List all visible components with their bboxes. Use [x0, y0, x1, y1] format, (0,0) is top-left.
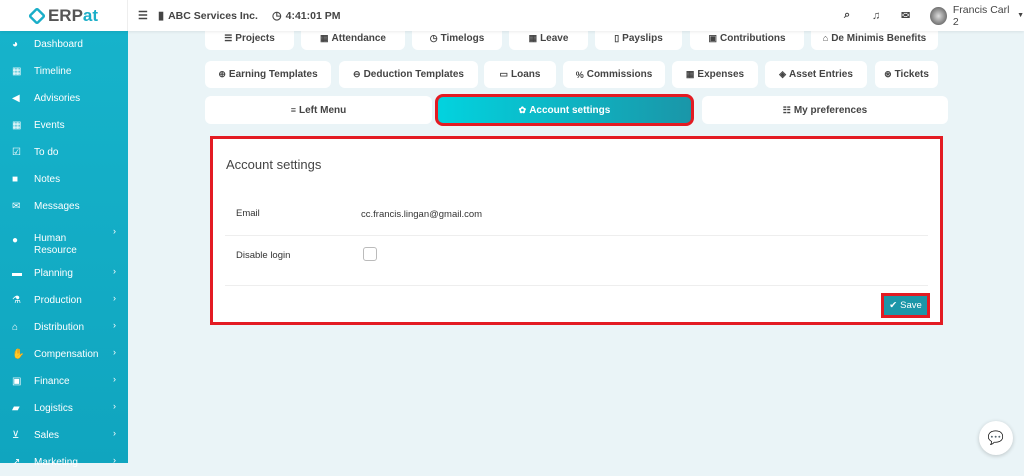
mail-icon[interactable]: ✉	[901, 0, 914, 31]
users-icon: ●	[12, 234, 19, 246]
timelogs-icon: ◷	[429, 32, 438, 43]
account-settings-icon: ✿	[518, 104, 527, 115]
sidebar-item-production[interactable]: ⚗ Production ›	[0, 287, 128, 314]
envelope-icon: ✉	[12, 201, 21, 212]
megaphone-icon: ◀	[12, 93, 20, 104]
leave-icon: ▦	[528, 32, 538, 43]
building-icon: ▮	[158, 10, 165, 22]
sidebar-item-notes[interactable]: ■ Notes	[0, 166, 128, 193]
sidebar-item-compensation[interactable]: ✋ Compensation ›	[0, 341, 128, 368]
check-circle-icon: ✔	[889, 300, 898, 311]
chevron-right-icon: ›	[113, 374, 116, 384]
tab-asset-entries[interactable]: ◈ Asset Entries	[765, 61, 867, 88]
loans-icon: ▭	[499, 69, 509, 79]
sidebar-item-finance[interactable]: ▣ Finance ›	[0, 368, 128, 395]
attendance-icon: ▦	[320, 32, 329, 43]
left-menu-icon: ≡	[290, 105, 297, 115]
email-value: cc.francis.lingan@gmail.com	[361, 209, 483, 220]
avatar	[930, 6, 947, 25]
my-preferences-icon: ☷	[782, 104, 791, 115]
earning-templates-icon: ⊕	[218, 69, 226, 79]
chevron-right-icon: ›	[113, 266, 116, 276]
contributions-icon: ▣	[708, 32, 717, 43]
commissions-icon: %	[575, 69, 584, 80]
timeline-icon: ▦	[12, 66, 22, 77]
sidebar-item-to-do[interactable]: ☑ To do	[0, 139, 128, 166]
chevron-right-icon: ›	[113, 226, 116, 236]
top-bar: ERP at ☰ ▮ ABC Services Inc. ◷ 4:41:01 PM ⌕…	[0, 0, 1024, 31]
projects-icon: ☰	[224, 32, 233, 43]
note-icon: ■	[12, 174, 19, 185]
calendar-icon: ▦	[12, 120, 22, 131]
expenses-icon: ▦	[685, 69, 695, 79]
truck-icon: ▰	[12, 403, 20, 414]
cart-icon: ⊻	[12, 430, 20, 441]
sidebar-item-human-resource[interactable]: ● Human Resource ›	[0, 220, 128, 260]
disable-login-checkbox[interactable]	[363, 247, 377, 261]
logo-icon	[27, 6, 47, 25]
tab-expenses[interactable]: ▦ Expenses	[672, 61, 758, 88]
chevron-right-icon: ›	[113, 293, 116, 303]
sidebar-item-planning[interactable]: ▬ Planning ›	[0, 260, 128, 287]
logo[interactable]: ERP at	[0, 0, 128, 31]
tab-loans[interactable]: ▭ Loans	[484, 61, 556, 88]
clock: ◷ 4:41:01 PM	[272, 9, 341, 23]
chat-icon[interactable]: 💬	[979, 421, 1013, 455]
deduction-templates-icon: ⊖	[353, 69, 361, 79]
flask-icon: ⚗	[12, 295, 21, 306]
payslips-icon: ▯	[614, 32, 620, 43]
checkbox-icon: ☑	[12, 147, 21, 158]
panel-title: Account settings	[226, 157, 322, 172]
handshake-icon: ✋	[12, 349, 25, 360]
email-label: Email	[236, 208, 260, 219]
sidebar-item-logistics[interactable]: ▰ Logistics ›	[0, 395, 128, 422]
company-name: ▮ ABC Services Inc.	[158, 9, 258, 23]
tab-tickets[interactable]: ⊛ Tickets	[875, 61, 938, 88]
dashboard-icon: ◕	[12, 39, 19, 50]
tab-account-settings[interactable]: ✿ Account settings	[435, 94, 694, 126]
bell-icon[interactable]: ♫	[872, 0, 884, 31]
sidebar-item-events[interactable]: ▦ Events	[0, 112, 128, 139]
sidebar-item-messages[interactable]: ✉ Messages	[0, 193, 128, 220]
chevron-right-icon: ›	[113, 401, 116, 411]
tab-my-preferences[interactable]: ☷ My preferences	[702, 96, 948, 124]
account-settings-panel: Account settings Email cc.francis.lingan…	[210, 136, 943, 325]
sidebar-item-advisories[interactable]: ◀ Advisories	[0, 85, 128, 112]
tab-commissions[interactable]: % Commissions	[563, 61, 665, 88]
search-icon[interactable]: ⌕	[844, 0, 854, 31]
building-icon: ⌂	[12, 322, 19, 333]
user-menu[interactable]: Francis Carl 2 ▼	[930, 0, 1024, 31]
sidebar-item-timeline[interactable]: ▦ Timeline	[0, 58, 128, 85]
menu-toggle-icon[interactable]: ☰	[138, 0, 152, 31]
sidebar-item-sales[interactable]: ⊻ Sales ›	[0, 422, 128, 449]
tickets-icon: ⊛	[884, 69, 892, 79]
sidebar-item-dashboard[interactable]: ◕ Dashboard	[0, 31, 128, 58]
sidebar-item-distribution[interactable]: ⌂ Distribution ›	[0, 314, 128, 341]
chevron-right-icon: ›	[113, 347, 116, 357]
tab-earning-templates[interactable]: ⊕ Earning Templates	[205, 61, 331, 88]
clock-icon: ◷	[272, 10, 282, 22]
disable-login-label: Disable login	[236, 250, 291, 261]
chevron-right-icon: ›	[113, 320, 116, 330]
chevron-right-icon: ›	[113, 428, 116, 438]
email-row: Email cc.francis.lingan@gmail.com	[225, 196, 928, 236]
chevron-right-icon: ›	[113, 455, 116, 465]
tab-left-menu[interactable]: ≡ Left Menu	[205, 96, 432, 124]
money-icon: ▣	[12, 376, 22, 387]
disable-login-row: Disable login	[225, 236, 928, 286]
de-minimis-benefits-icon: ⌂	[822, 33, 829, 43]
asset-entries-icon: ◈	[779, 69, 786, 79]
sidebar: ◕ Dashboard ▦ Timeline ◀ Advisories ▦ Events ☑ To…	[0, 31, 128, 468]
briefcase-icon: ▬	[12, 268, 22, 279]
tab-deduction-templates[interactable]: ⊖ Deduction Templates	[339, 61, 478, 88]
save-button[interactable]: ✔ Save	[881, 293, 930, 318]
